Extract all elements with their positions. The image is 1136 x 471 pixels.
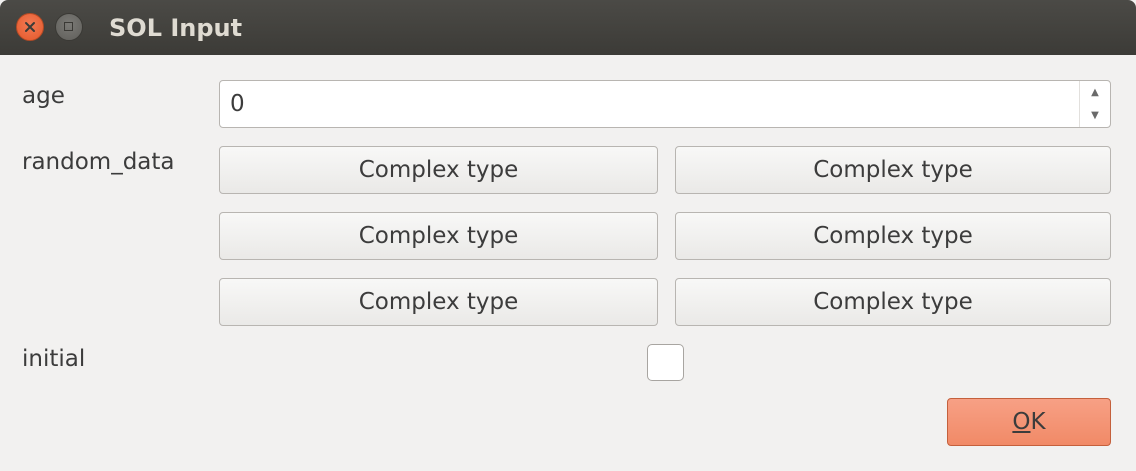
maximize-button[interactable] — [55, 13, 83, 41]
complex-type-button[interactable]: Complex type — [675, 146, 1111, 194]
initial-label: initial — [22, 346, 86, 372]
complex-type-button[interactable]: Complex type — [219, 278, 658, 326]
spin-arrows: ▲ ▼ — [1079, 81, 1110, 127]
complex-type-button[interactable]: Complex type — [675, 212, 1111, 260]
spin-down-icon[interactable]: ▼ — [1080, 104, 1110, 127]
random-data-label: random_data — [22, 149, 175, 175]
ok-button[interactable]: OK — [947, 398, 1111, 446]
complex-type-button[interactable]: Complex type — [219, 146, 658, 194]
age-spinbox[interactable]: 0 ▲ ▼ — [219, 80, 1111, 128]
title-bar[interactable]: SOL Input — [0, 0, 1136, 55]
sol-input-dialog: SOL Input age 0 ▲ ▼ random_data Complex … — [0, 0, 1136, 471]
window-title: SOL Input — [109, 14, 243, 42]
close-icon — [25, 22, 35, 32]
complex-type-button[interactable]: Complex type — [219, 212, 658, 260]
complex-type-button[interactable]: Complex type — [675, 278, 1111, 326]
close-button[interactable] — [16, 13, 44, 41]
maximize-icon — [64, 22, 73, 31]
ok-label-rest: K — [1030, 409, 1046, 435]
age-value[interactable]: 0 — [230, 90, 245, 118]
age-label: age — [22, 83, 65, 109]
initial-checkbox[interactable] — [647, 344, 684, 381]
spin-up-icon[interactable]: ▲ — [1080, 81, 1110, 104]
ok-mnemonic: O — [1012, 409, 1031, 435]
